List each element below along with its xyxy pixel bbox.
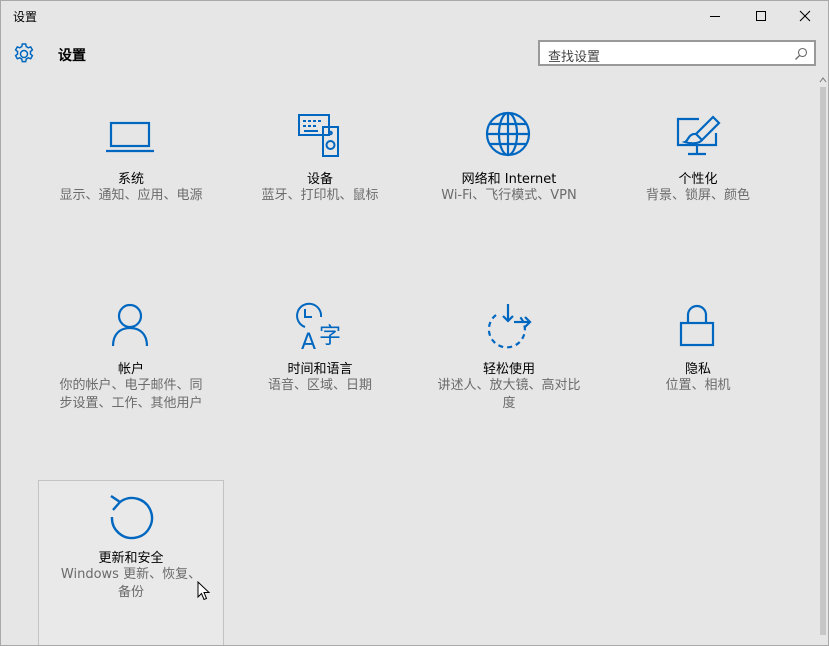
update-icon — [102, 492, 158, 546]
title-bar[interactable]: 设置 — [1, 1, 828, 31]
close-icon — [799, 10, 811, 22]
tile-privacy[interactable]: 隐私 位置、相机 — [605, 291, 791, 461]
tile-time-language[interactable]: A字 时间和语言 语音、区域、日期 — [227, 291, 413, 461]
tile-title: 系统 — [117, 172, 144, 187]
maximize-button[interactable] — [738, 1, 784, 31]
tile-description: 语音、区域、日期 — [267, 378, 372, 393]
tile-title: 设备 — [306, 172, 333, 187]
tile-ease-of-access[interactable]: 轻松使用 讲述人、放大镜、高对比度 — [416, 291, 602, 461]
globe-icon — [480, 111, 536, 165]
lock-icon — [669, 301, 725, 355]
chevron-up-icon — [819, 77, 827, 83]
tile-description: 位置、相机 — [665, 378, 731, 393]
mouse-pointer-icon — [197, 581, 211, 601]
search-placeholder: 查找设置 — [548, 50, 601, 65]
devices-icon — [291, 111, 347, 165]
tile-accounts[interactable]: 帐户 你的帐户、电子邮件、同步设置、工作、其他用户 — [38, 291, 224, 461]
settings-header: 设置 查找设置 — [1, 31, 828, 77]
tile-description: Windows 更新、恢复、备份 — [60, 567, 202, 600]
tile-description: 显示、通知、应用、电源 — [59, 188, 203, 203]
scroll-up-arrow[interactable] — [818, 77, 828, 85]
tile-update-security[interactable]: 更新和安全 Windows 更新、恢复、备份 — [38, 480, 224, 645]
tile-personalization[interactable]: 个性化 背景、锁屏、颜色 — [605, 101, 791, 271]
vertical-scrollbar[interactable] — [818, 77, 828, 645]
minimize-button[interactable] — [692, 1, 738, 31]
window-title: 设置 — [13, 10, 38, 24]
tile-title: 轻松使用 — [482, 362, 535, 377]
tile-description: 背景、锁屏、颜色 — [645, 188, 750, 203]
tile-devices[interactable]: 设备 蓝牙、打印机、鼠标 — [227, 101, 413, 271]
close-button[interactable] — [782, 1, 828, 31]
scrollbar-thumb[interactable] — [820, 87, 826, 635]
tile-title: 网络和 Internet — [461, 172, 557, 187]
tile-network[interactable]: 网络和 Internet Wi-Fi、飞行模式、VPN — [416, 101, 602, 271]
svg-text:字: 字 — [319, 324, 341, 349]
tile-system[interactable]: 系统 显示、通知、应用、电源 — [38, 101, 224, 271]
tile-description: 讲述人、放大镜、高对比度 — [437, 378, 581, 411]
svg-text:A: A — [301, 330, 316, 355]
tile-title: 帐户 — [117, 362, 144, 377]
tile-title: 个性化 — [678, 172, 718, 187]
tile-description: 你的帐户、电子邮件、同步设置、工作、其他用户 — [59, 378, 203, 411]
tile-description: 蓝牙、打印机、鼠标 — [261, 188, 379, 203]
tile-title: 时间和语言 — [287, 362, 353, 377]
minimize-icon — [710, 16, 720, 17]
tile-title: 更新和安全 — [98, 551, 164, 566]
person-icon — [102, 301, 158, 355]
settings-window: 设置 设置 查找设置 系统 显示、通知、应用、电源 设备 蓝牙、打印机、鼠标 网… — [0, 0, 829, 646]
search-input[interactable]: 查找设置 — [538, 40, 816, 66]
tile-description: Wi-Fi、飞行模式、VPN — [441, 188, 577, 203]
maximize-icon — [756, 11, 766, 21]
page-title: 设置 — [58, 48, 86, 64]
ease-of-access-icon — [480, 301, 536, 355]
search-icon[interactable] — [794, 47, 808, 61]
gear-icon — [14, 43, 34, 63]
paint-icon — [669, 111, 725, 165]
laptop-icon — [102, 111, 158, 165]
time-language-icon: A字 — [291, 301, 347, 355]
tile-title: 隐私 — [684, 362, 711, 377]
